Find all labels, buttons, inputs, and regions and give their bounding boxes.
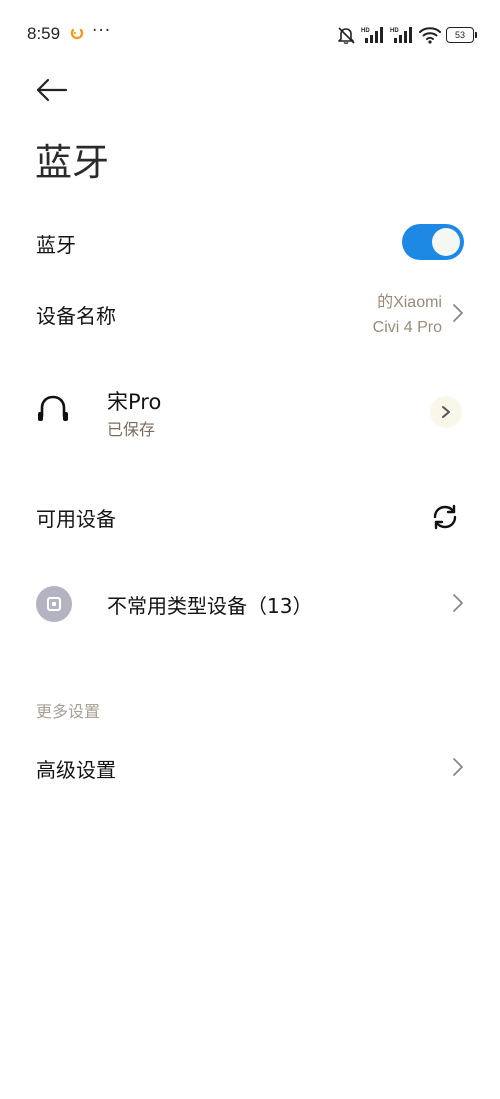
device-name-label: 设备名称	[36, 304, 116, 328]
device-details-button[interactable]	[430, 396, 462, 428]
chevron-right-icon	[442, 406, 450, 418]
chevron-right-icon[interactable]	[451, 592, 465, 614]
device-name-value[interactable]: 的Xiaomi Civi 4 Pro	[373, 290, 442, 340]
hd-signal-icon: HD	[361, 27, 383, 43]
saved-device-status: 已保存	[107, 420, 156, 439]
uncommon-devices-label[interactable]: 不常用类型设备（13）	[107, 590, 312, 619]
chevron-right-icon[interactable]	[451, 302, 465, 324]
available-devices-label: 可用设备	[36, 507, 116, 531]
battery-icon: 53	[446, 27, 477, 43]
headphones-icon	[38, 395, 68, 421]
back-arrow-icon[interactable]	[34, 76, 70, 104]
bluetooth-toggle[interactable]	[402, 224, 464, 260]
device-name-line2: Civi 4 Pro	[372, 319, 442, 336]
device-name-line1: 的Xiaomi	[377, 294, 442, 311]
page-title: 蓝牙	[35, 141, 109, 184]
app-notification-icon	[70, 28, 84, 40]
advanced-settings-label[interactable]: 高级设置	[36, 754, 116, 783]
more-settings-header: 更多设置	[36, 702, 101, 721]
saved-device-name[interactable]: 宋Pro	[107, 386, 161, 416]
bell-off-icon	[338, 27, 355, 44]
svg-text:HD: HD	[390, 28, 399, 34]
toggle-knob	[432, 228, 460, 256]
bluetooth-label: 蓝牙	[36, 233, 76, 257]
status-icons: HD HD 53	[336, 24, 477, 46]
chevron-right-icon[interactable]	[451, 756, 465, 778]
status-more-indicator: ···	[92, 21, 112, 41]
device-square-icon	[36, 586, 72, 622]
wifi-icon	[419, 27, 441, 44]
status-time: 8:59	[27, 24, 61, 43]
refresh-icon[interactable]	[431, 503, 459, 531]
svg-text:HD: HD	[361, 28, 370, 34]
hd-signal-icon: HD	[390, 27, 412, 43]
